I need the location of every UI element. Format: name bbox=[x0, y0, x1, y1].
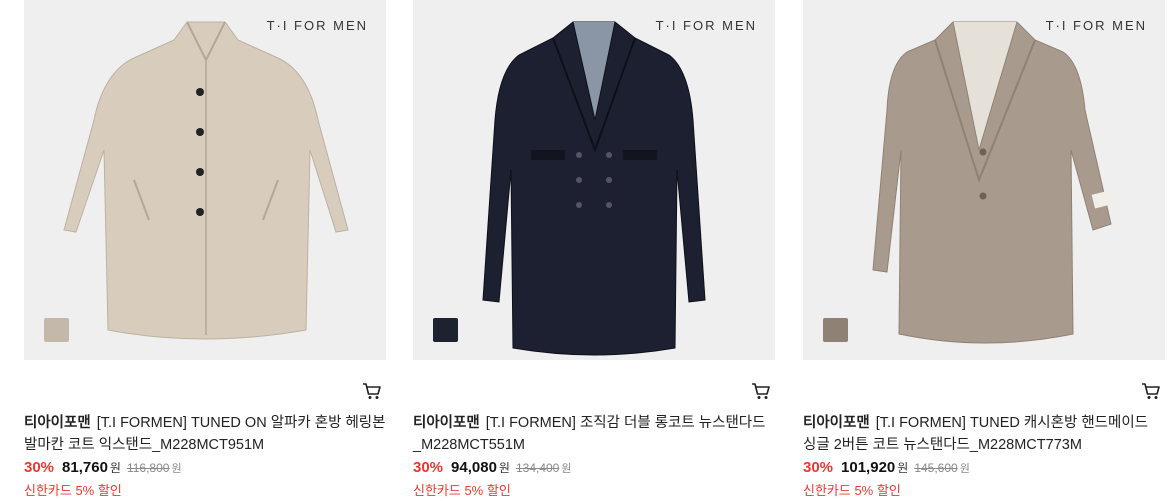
cart-icon[interactable] bbox=[362, 381, 382, 401]
brand-watermark: T·I FOR MEN bbox=[1045, 18, 1147, 33]
product-grid: T·I FOR MEN 티아이포맨 [T.I FORMEN] TUNED ON 알… bbox=[0, 0, 1168, 501]
coat-image bbox=[63, 21, 349, 340]
sale-price: 81,760 bbox=[62, 459, 108, 476]
original-price-unit: 원 bbox=[561, 463, 572, 475]
product-image[interactable]: T·I FOR MEN bbox=[803, 0, 1165, 360]
discount-rate: 30% bbox=[413, 459, 444, 476]
product-card[interactable]: T·I FOR MEN 티아이포맨 [T.I FORMEN] 조직감 더블 롱코트… bbox=[413, 0, 775, 501]
original-price: 116,800 bbox=[126, 461, 170, 475]
cart-icon[interactable] bbox=[1141, 381, 1161, 401]
product-card[interactable]: T·I FOR MEN 티아이포맨 [T.I FORMEN] TUNED 캐시혼방… bbox=[803, 0, 1165, 501]
discount-rate: 30% bbox=[803, 459, 834, 476]
cart-icon[interactable] bbox=[751, 381, 771, 401]
color-swatch[interactable] bbox=[823, 318, 848, 342]
price-row: 30% 81,760 원 116,800 원 bbox=[24, 459, 182, 479]
coat-image bbox=[482, 21, 706, 356]
brand-name: 티아이포맨 bbox=[24, 415, 91, 431]
product-image[interactable]: T·I FOR MEN bbox=[413, 0, 775, 360]
original-price-unit: 원 bbox=[171, 463, 182, 475]
product-title[interactable]: 티아이포맨 [T.I FORMEN] TUNED ON 알파카 혼방 헤링본 발마… bbox=[24, 412, 386, 456]
color-swatch[interactable] bbox=[433, 318, 458, 342]
price-unit: 원 bbox=[109, 461, 121, 475]
coat-image bbox=[872, 21, 1117, 344]
sale-price: 101,920 bbox=[841, 459, 896, 476]
brand-name: 티아이포맨 bbox=[413, 415, 480, 431]
sale-price: 94,080 bbox=[451, 459, 497, 476]
price-row: 30% 94,080 원 134,400 원 bbox=[413, 459, 571, 479]
brand-watermark: T·I FOR MEN bbox=[655, 18, 757, 33]
product-title[interactable]: 티아이포맨 [T.I FORMEN] TUNED 캐시혼방 핸드메이드 싱글 2버… bbox=[803, 412, 1165, 456]
original-price-unit: 원 bbox=[959, 463, 970, 475]
product-image[interactable]: T·I FOR MEN bbox=[24, 0, 386, 360]
product-card[interactable]: T·I FOR MEN 티아이포맨 [T.I FORMEN] TUNED ON 알… bbox=[24, 0, 386, 501]
color-swatch[interactable] bbox=[44, 318, 69, 342]
product-title[interactable]: 티아이포맨 [T.I FORMEN] 조직감 더블 롱코트 뉴스탠다드_M228M… bbox=[413, 412, 775, 456]
price-unit: 원 bbox=[897, 461, 909, 475]
discount-rate: 30% bbox=[24, 459, 55, 476]
original-price: 134,400 bbox=[515, 461, 560, 475]
brand-watermark: T·I FOR MEN bbox=[266, 18, 368, 33]
original-price: 145,600 bbox=[914, 461, 958, 475]
price-unit: 원 bbox=[498, 461, 510, 475]
card-offer: 신한카드 5% 할인 bbox=[413, 483, 511, 498]
card-offer: 신한카드 5% 할인 bbox=[803, 483, 901, 498]
card-offer: 신한카드 5% 할인 bbox=[24, 483, 122, 498]
brand-name: 티아이포맨 bbox=[803, 415, 870, 431]
price-row: 30% 101,920 원 145,600 원 bbox=[803, 459, 970, 479]
